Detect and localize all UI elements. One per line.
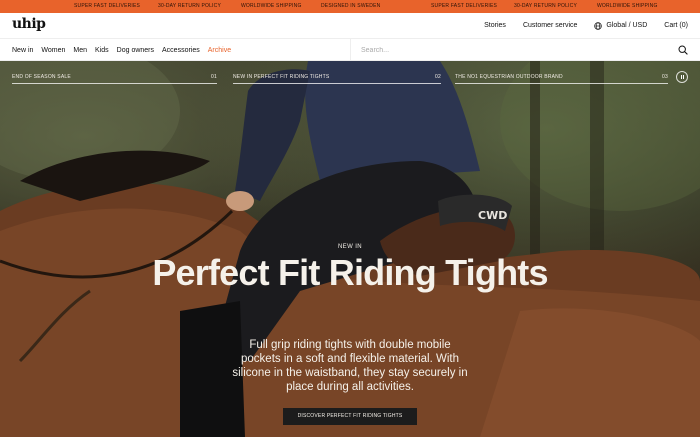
nav-item-dog-owners[interactable]: Dog owners: [117, 47, 154, 54]
stories-link[interactable]: Stories: [484, 22, 506, 29]
nav-item-accessories[interactable]: Accessories: [162, 47, 200, 54]
ticker-item: SUPER FAST DELIVERIES: [74, 3, 141, 9]
search-input[interactable]: [361, 44, 661, 56]
nav-item-men[interactable]: Men: [73, 47, 87, 54]
nav-item-new-in[interactable]: New in: [12, 47, 33, 54]
nav-item-women[interactable]: Women: [41, 47, 65, 54]
nav-item-archive[interactable]: Archive: [208, 47, 231, 54]
globe-icon: [594, 21, 603, 30]
slide-tab-3[interactable]: THE NO1 EQUESTRIAN OUTDOOR BRAND 03: [455, 72, 668, 84]
ticker-item: 30-DAY RETURN POLICY: [158, 3, 221, 9]
search-icon[interactable]: [678, 45, 688, 55]
hero-banner: CWD END OF SEASON SALE 01 NEW IN PERFECT…: [0, 61, 700, 437]
discover-button[interactable]: DISCOVER PERFECT FIT RIDING TIGHTS: [283, 408, 417, 425]
hero-eyebrow: NEW IN: [337, 244, 363, 250]
search-bar: [350, 39, 700, 62]
slide-tab-number: 03: [662, 74, 668, 80]
slide-tab-2[interactable]: NEW IN PERFECT FIT RIDING TIGHTS 02: [233, 72, 441, 84]
slide-tab-label: END OF SEASON SALE: [12, 74, 71, 80]
hero-slider-tabs: END OF SEASON SALE 01 NEW IN PERFECT FIT…: [12, 72, 668, 84]
brand-logo[interactable]: uhip: [12, 16, 46, 32]
ticker-item: WORLDWIDE SHIPPING: [597, 3, 658, 9]
pause-icon[interactable]: [676, 71, 688, 83]
customer-service-link[interactable]: Customer service: [523, 22, 577, 29]
region-selector[interactable]: Global / USD: [594, 21, 648, 30]
hero-description: Full grip riding tights with double mobi…: [232, 339, 468, 393]
slide-tab-number: 01: [211, 74, 217, 80]
cart-link[interactable]: Cart (0): [664, 22, 688, 29]
ticker-item: WORLDWIDE SHIPPING: [241, 3, 302, 9]
main-nav: New in Women Men Kids Dog owners Accesso…: [0, 38, 700, 62]
slide-tab-number: 02: [435, 74, 441, 80]
ticker-item: SUPER FAST DELIVERIES: [431, 3, 498, 9]
slide-tab-1[interactable]: END OF SEASON SALE 01: [12, 72, 217, 84]
saddle-brand-mark: CWD: [478, 209, 507, 222]
slide-tab-label: THE NO1 EQUESTRIAN OUTDOOR BRAND: [455, 74, 563, 80]
announcement-bar: SUPER FAST DELIVERIES 30-DAY RETURN POLI…: [0, 0, 700, 13]
hero-headline: Perfect Fit Riding Tights: [152, 252, 548, 293]
ticker-item: 30-DAY RETURN POLICY: [514, 3, 577, 9]
ticker-item: DESIGNED IN SWEDEN: [321, 3, 381, 9]
site-header: uhip Stories Customer service Global / U…: [0, 13, 700, 38]
slide-tab-label: NEW IN PERFECT FIT RIDING TIGHTS: [233, 74, 330, 80]
header-links: Stories Customer service Global / USD Ca…: [484, 13, 688, 38]
region-label: Global / USD: [606, 22, 648, 29]
nav-item-kids[interactable]: Kids: [95, 47, 109, 54]
